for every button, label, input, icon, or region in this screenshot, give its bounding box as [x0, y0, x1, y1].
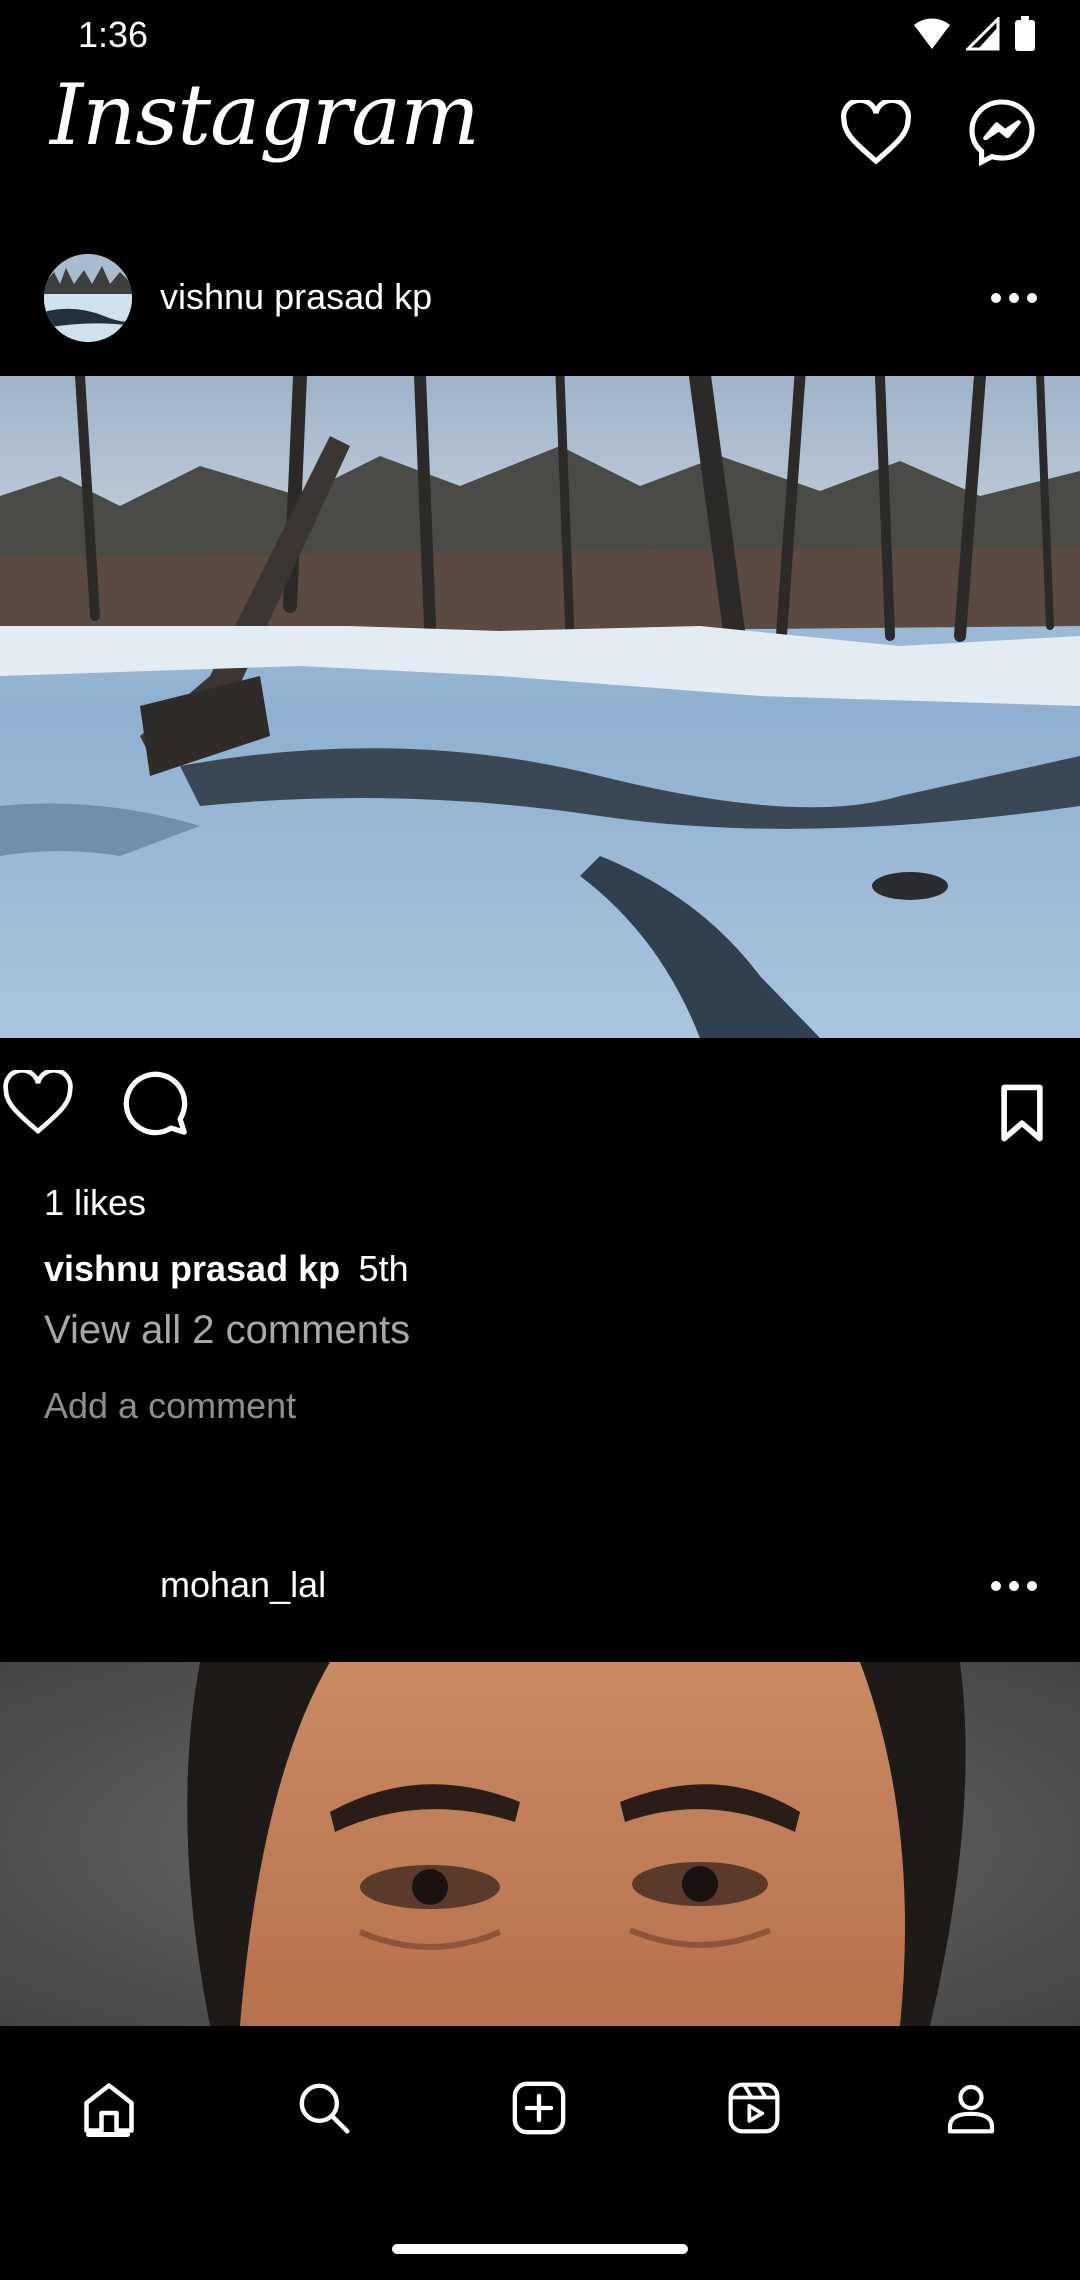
signal-icon — [966, 17, 1000, 51]
profile-icon — [947, 2084, 995, 2134]
caption-username[interactable]: vishnu prasad kp — [44, 1248, 340, 1289]
search-icon — [299, 2083, 350, 2134]
nav-create[interactable] — [484, 2058, 594, 2158]
nav-home[interactable] — [54, 2058, 164, 2158]
like-button[interactable] — [0, 1066, 76, 1138]
view-all-comments-link[interactable]: View all 2 comments — [44, 1308, 410, 1353]
nav-reels[interactable] — [699, 2058, 809, 2158]
post-options-button[interactable] — [984, 278, 1044, 318]
more-icon — [991, 293, 1037, 303]
caption: vishnu prasad kp 5th — [44, 1248, 409, 1290]
active-tab-indicator — [86, 2132, 130, 2137]
add-comment-input[interactable] — [44, 1384, 644, 1428]
reels-icon — [728, 2082, 780, 2134]
comment-icon — [123, 1071, 188, 1136]
status-icons — [912, 14, 1036, 54]
avatar[interactable] — [44, 254, 132, 342]
post-username[interactable]: mohan_lal — [160, 1564, 326, 1606]
heart-icon — [3, 1070, 73, 1134]
battery-icon — [1015, 16, 1035, 51]
caption-text: 5th — [358, 1248, 409, 1289]
home-icon — [84, 2083, 134, 2133]
add-post-icon — [512, 2081, 566, 2135]
messenger-icon — [969, 99, 1035, 167]
status-time: 1:36 — [78, 14, 149, 55]
comment-button[interactable] — [118, 1066, 192, 1140]
nav-search[interactable] — [269, 2058, 379, 2158]
like-count[interactable]: 1 likes — [44, 1182, 146, 1224]
heart-icon — [840, 100, 912, 164]
post-username[interactable]: vishnu prasad kp — [160, 276, 432, 318]
save-button[interactable] — [996, 1082, 1048, 1144]
messenger-button[interactable] — [962, 92, 1042, 172]
bookmark-icon — [1001, 1084, 1043, 1142]
wifi-icon — [914, 18, 950, 49]
post-options-button[interactable] — [984, 1566, 1044, 1606]
instagram-logo: Instagram — [50, 66, 480, 164]
more-icon — [991, 1581, 1037, 1591]
notifications-button[interactable] — [836, 92, 916, 172]
post-image[interactable] — [0, 376, 1080, 1038]
gesture-bar[interactable] — [392, 2244, 688, 2254]
post-image[interactable] — [0, 1662, 1080, 2026]
nav-profile[interactable] — [916, 2058, 1026, 2158]
